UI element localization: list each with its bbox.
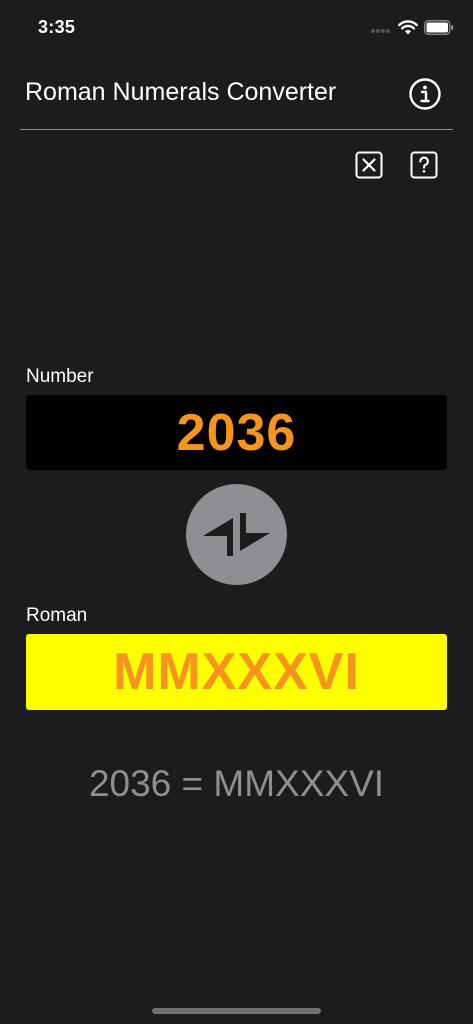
info-circle-icon <box>409 78 441 110</box>
roman-input[interactable]: MMXXXVI <box>26 634 447 710</box>
roman-label: Roman <box>26 605 88 626</box>
battery-icon <box>424 20 454 35</box>
number-input[interactable]: 2036 <box>26 395 447 470</box>
number-value: 2036 <box>176 403 297 462</box>
home-indicator <box>152 1008 321 1014</box>
help-button[interactable] <box>410 151 438 179</box>
wifi-icon <box>398 20 418 35</box>
signal-dots-icon <box>371 29 390 33</box>
number-label: Number <box>26 366 94 387</box>
clear-square-icon <box>355 151 383 179</box>
status-time: 3:35 <box>38 17 76 37</box>
swap-button[interactable] <box>186 484 287 585</box>
clear-button[interactable] <box>355 151 383 179</box>
nav-bar: Roman Numerals Converter <box>0 62 473 130</box>
conversion-result: 2036 = MMXXXVI <box>88 763 385 804</box>
roman-value: MMXXXVI <box>113 643 360 701</box>
info-button[interactable] <box>408 77 442 111</box>
page-title: Roman Numerals Converter <box>25 78 337 106</box>
nav-divider <box>20 129 453 130</box>
status-bar: 3:35 <box>0 0 473 56</box>
swap-arrows-icon <box>203 513 270 556</box>
question-square-icon <box>410 151 438 179</box>
